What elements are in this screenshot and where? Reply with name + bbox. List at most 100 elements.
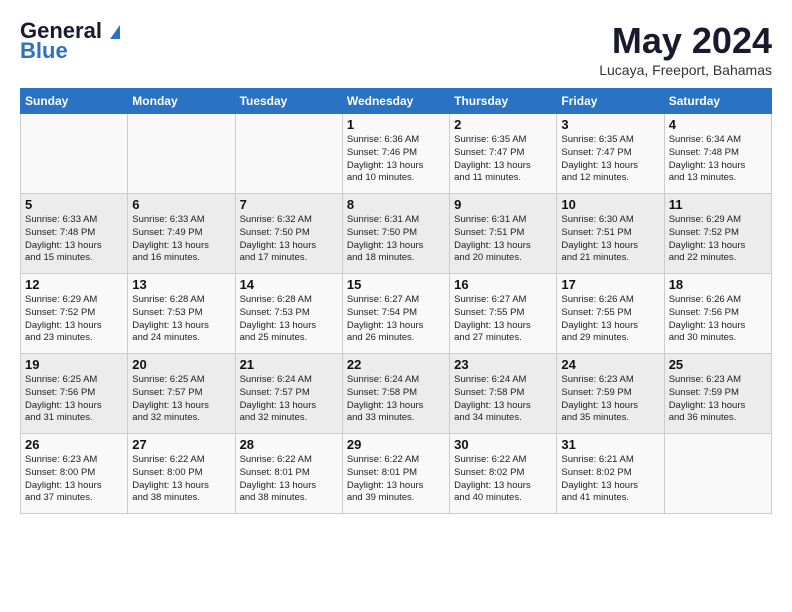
calendar-cell: 6 Sunrise: 6:33 AM Sunset: 7:49 PM Daylig… [128, 194, 235, 274]
day-number: 23 [454, 357, 552, 372]
day-number: 16 [454, 277, 552, 292]
calendar-cell: 7 Sunrise: 6:32 AM Sunset: 7:50 PM Daylig… [235, 194, 342, 274]
calendar-cell: 14 Sunrise: 6:28 AM Sunset: 7:53 PM Dayli… [235, 274, 342, 354]
day-info: Sunrise: 6:23 AM Sunset: 8:00 PM Dayligh… [25, 454, 123, 505]
calendar-cell: 22 Sunrise: 6:24 AM Sunset: 7:58 PM Dayli… [342, 354, 449, 434]
calendar-cell: 21 Sunrise: 6:24 AM Sunset: 7:57 PM Dayli… [235, 354, 342, 434]
day-number: 24 [561, 357, 659, 372]
day-number: 30 [454, 437, 552, 452]
day-info: Sunrise: 6:26 AM Sunset: 7:56 PM Dayligh… [669, 294, 767, 345]
day-header-saturday: Saturday [664, 89, 771, 114]
day-info: Sunrise: 6:33 AM Sunset: 7:49 PM Dayligh… [132, 214, 230, 265]
calendar-cell: 9 Sunrise: 6:31 AM Sunset: 7:51 PM Daylig… [450, 194, 557, 274]
calendar-cell: 16 Sunrise: 6:27 AM Sunset: 7:55 PM Dayli… [450, 274, 557, 354]
calendar-cell: 1 Sunrise: 6:36 AM Sunset: 7:46 PM Daylig… [342, 114, 449, 194]
calendar-cell: 23 Sunrise: 6:24 AM Sunset: 7:58 PM Dayli… [450, 354, 557, 434]
day-info: Sunrise: 6:33 AM Sunset: 7:48 PM Dayligh… [25, 214, 123, 265]
calendar-cell: 25 Sunrise: 6:23 AM Sunset: 7:59 PM Dayli… [664, 354, 771, 434]
day-info: Sunrise: 6:21 AM Sunset: 8:02 PM Dayligh… [561, 454, 659, 505]
day-number: 25 [669, 357, 767, 372]
day-info: Sunrise: 6:24 AM Sunset: 7:58 PM Dayligh… [454, 374, 552, 425]
day-info: Sunrise: 6:27 AM Sunset: 7:54 PM Dayligh… [347, 294, 445, 345]
day-number: 10 [561, 197, 659, 212]
day-info: Sunrise: 6:32 AM Sunset: 7:50 PM Dayligh… [240, 214, 338, 265]
calendar-cell: 29Sunrise: 6:22 AM Sunset: 8:01 PM Dayli… [342, 434, 449, 514]
page-header: General Blue May 2024 Lucaya, Freeport, … [20, 20, 772, 78]
days-header-row: SundayMondayTuesdayWednesdayThursdayFrid… [21, 89, 772, 114]
calendar-cell: 15Sunrise: 6:27 AM Sunset: 7:54 PM Dayli… [342, 274, 449, 354]
day-number: 12 [25, 277, 123, 292]
day-number: 3 [561, 117, 659, 132]
day-info: Sunrise: 6:34 AM Sunset: 7:48 PM Dayligh… [669, 134, 767, 185]
day-info: Sunrise: 6:25 AM Sunset: 7:56 PM Dayligh… [25, 374, 123, 425]
day-info: Sunrise: 6:24 AM Sunset: 7:58 PM Dayligh… [347, 374, 445, 425]
title-block: May 2024 Lucaya, Freeport, Bahamas [599, 20, 772, 78]
day-info: Sunrise: 6:30 AM Sunset: 7:51 PM Dayligh… [561, 214, 659, 265]
day-info: Sunrise: 6:22 AM Sunset: 8:01 PM Dayligh… [240, 454, 338, 505]
day-number: 21 [240, 357, 338, 372]
day-number: 5 [25, 197, 123, 212]
calendar-cell: 19 Sunrise: 6:25 AM Sunset: 7:56 PM Dayli… [21, 354, 128, 434]
day-info: Sunrise: 6:31 AM Sunset: 7:50 PM Dayligh… [347, 214, 445, 265]
calendar-cell: 28 Sunrise: 6:22 AM Sunset: 8:01 PM Dayli… [235, 434, 342, 514]
day-number: 17 [561, 277, 659, 292]
week-row-5: 26 Sunrise: 6:23 AM Sunset: 8:00 PM Dayli… [21, 434, 772, 514]
day-number: 19 [25, 357, 123, 372]
calendar-cell: 3Sunrise: 6:35 AM Sunset: 7:47 PM Daylig… [557, 114, 664, 194]
day-info: Sunrise: 6:35 AM Sunset: 7:47 PM Dayligh… [454, 134, 552, 185]
calendar-cell [21, 114, 128, 194]
day-info: Sunrise: 6:22 AM Sunset: 8:00 PM Dayligh… [132, 454, 230, 505]
logo: General Blue [20, 20, 120, 62]
day-header-friday: Friday [557, 89, 664, 114]
calendar-cell: 27 Sunrise: 6:22 AM Sunset: 8:00 PM Dayli… [128, 434, 235, 514]
day-number: 20 [132, 357, 230, 372]
day-number: 8 [347, 197, 445, 212]
day-number: 2 [454, 117, 552, 132]
calendar-cell: 20Sunrise: 6:25 AM Sunset: 7:57 PM Dayli… [128, 354, 235, 434]
day-number: 11 [669, 197, 767, 212]
calendar-cell: 5 Sunrise: 6:33 AM Sunset: 7:48 PM Daylig… [21, 194, 128, 274]
day-number: 4 [669, 117, 767, 132]
calendar-cell: 2 Sunrise: 6:35 AM Sunset: 7:47 PM Daylig… [450, 114, 557, 194]
calendar-cell: 11Sunrise: 6:29 AM Sunset: 7:52 PM Dayli… [664, 194, 771, 274]
calendar-cell: 17 Sunrise: 6:26 AM Sunset: 7:55 PM Dayli… [557, 274, 664, 354]
calendar-cell: 8 Sunrise: 6:31 AM Sunset: 7:50 PM Daylig… [342, 194, 449, 274]
day-number: 13 [132, 277, 230, 292]
day-info: Sunrise: 6:23 AM Sunset: 7:59 PM Dayligh… [561, 374, 659, 425]
calendar-cell: 30 Sunrise: 6:22 AM Sunset: 8:02 PM Dayli… [450, 434, 557, 514]
day-info: Sunrise: 6:22 AM Sunset: 8:02 PM Dayligh… [454, 454, 552, 505]
day-info: Sunrise: 6:27 AM Sunset: 7:55 PM Dayligh… [454, 294, 552, 345]
day-number: 9 [454, 197, 552, 212]
day-info: Sunrise: 6:28 AM Sunset: 7:53 PM Dayligh… [132, 294, 230, 345]
day-number: 22 [347, 357, 445, 372]
day-number: 28 [240, 437, 338, 452]
calendar-cell [128, 114, 235, 194]
week-row-3: 12Sunrise: 6:29 AM Sunset: 7:52 PM Dayli… [21, 274, 772, 354]
logo-blue: Blue [20, 40, 68, 62]
day-number: 6 [132, 197, 230, 212]
day-info: Sunrise: 6:36 AM Sunset: 7:46 PM Dayligh… [347, 134, 445, 185]
calendar-cell: 26 Sunrise: 6:23 AM Sunset: 8:00 PM Dayli… [21, 434, 128, 514]
calendar-cell: 13 Sunrise: 6:28 AM Sunset: 7:53 PM Dayli… [128, 274, 235, 354]
day-number: 7 [240, 197, 338, 212]
day-info: Sunrise: 6:26 AM Sunset: 7:55 PM Dayligh… [561, 294, 659, 345]
day-info: Sunrise: 6:23 AM Sunset: 7:59 PM Dayligh… [669, 374, 767, 425]
calendar-cell: 10 Sunrise: 6:30 AM Sunset: 7:51 PM Dayli… [557, 194, 664, 274]
day-number: 26 [25, 437, 123, 452]
day-number: 1 [347, 117, 445, 132]
calendar-cell [235, 114, 342, 194]
calendar-cell: 12Sunrise: 6:29 AM Sunset: 7:52 PM Dayli… [21, 274, 128, 354]
week-row-1: 1 Sunrise: 6:36 AM Sunset: 7:46 PM Daylig… [21, 114, 772, 194]
day-info: Sunrise: 6:24 AM Sunset: 7:57 PM Dayligh… [240, 374, 338, 425]
day-info: Sunrise: 6:28 AM Sunset: 7:53 PM Dayligh… [240, 294, 338, 345]
day-info: Sunrise: 6:22 AM Sunset: 8:01 PM Dayligh… [347, 454, 445, 505]
month-title: May 2024 [599, 20, 772, 62]
calendar-cell: 4 Sunrise: 6:34 AM Sunset: 7:48 PM Daylig… [664, 114, 771, 194]
calendar-cell: 18Sunrise: 6:26 AM Sunset: 7:56 PM Dayli… [664, 274, 771, 354]
day-info: Sunrise: 6:31 AM Sunset: 7:51 PM Dayligh… [454, 214, 552, 265]
day-header-tuesday: Tuesday [235, 89, 342, 114]
day-number: 27 [132, 437, 230, 452]
location: Lucaya, Freeport, Bahamas [599, 62, 772, 78]
day-header-sunday: Sunday [21, 89, 128, 114]
day-number: 14 [240, 277, 338, 292]
